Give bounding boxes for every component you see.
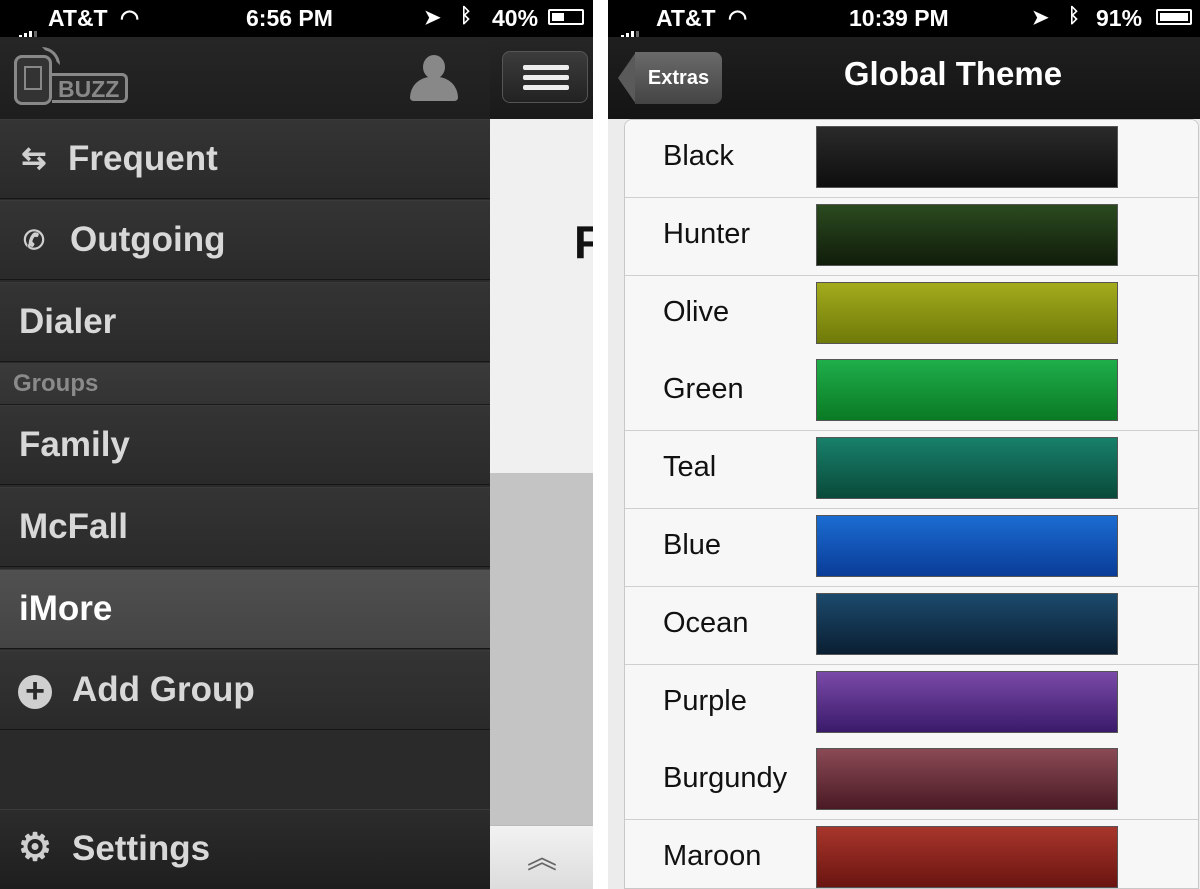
- theme-color-swatch: [816, 437, 1118, 500]
- theme-row-maroon[interactable]: Maroon: [625, 820, 1198, 888]
- carrier-label: AT&T: [48, 5, 108, 31]
- location-icon: ➤: [1032, 7, 1049, 29]
- theme-name: Hunter: [663, 217, 751, 250]
- theme-name: Blue: [663, 529, 722, 561]
- theme-name: Teal: [663, 451, 717, 484]
- theme-color-swatch: [816, 126, 1118, 188]
- battery-percent: 91%: [1096, 5, 1143, 31]
- status-bar: AT&T ◠ 10:39 PM ➤ ᛒ 91%: [608, 0, 1200, 41]
- content-bottom-bar: ︽: [490, 825, 593, 889]
- add-group-button[interactable]: + Add Group: [0, 650, 490, 730]
- group-item-family[interactable]: Family: [0, 405, 490, 485]
- theme-name: Maroon: [663, 840, 762, 873]
- theme-row-purple[interactable]: Purple: [625, 664, 1198, 743]
- settings-button[interactable]: ⚙ Settings: [0, 809, 490, 889]
- battery-icon: [548, 9, 584, 25]
- content-title-fragment: F: [574, 216, 593, 268]
- add-group-label: Add Group: [72, 670, 255, 709]
- group-label: Family: [19, 425, 130, 464]
- content-header: [490, 37, 593, 119]
- theme-color-swatch: [816, 748, 1118, 811]
- double-chevron-up-icon[interactable]: ︽: [527, 844, 557, 874]
- theme-color-swatch: [816, 592, 1118, 655]
- menu-item-dialer[interactable]: Dialer: [0, 282, 490, 362]
- content-gray-area: [490, 473, 593, 825]
- theme-list: Black Hunter Olive Green Teal Blue Ocean Purple…: [624, 119, 1199, 889]
- theme-row-black[interactable]: Black: [625, 120, 1198, 198]
- theme-row-hunter[interactable]: Hunter: [625, 197, 1198, 276]
- theme-color-swatch: [816, 826, 1118, 888]
- battery-icon: [1156, 9, 1192, 25]
- theme-name: Black: [663, 140, 734, 172]
- settings-label: Settings: [72, 829, 211, 868]
- theme-color-swatch: [816, 359, 1118, 422]
- navigation-bar: Extras Global Theme: [608, 37, 1200, 119]
- menu-item-label: Dialer: [19, 302, 117, 341]
- theme-row-green[interactable]: Green: [625, 353, 1198, 432]
- theme-color-swatch: [816, 670, 1118, 733]
- logo-text: BUZZ: [52, 73, 129, 103]
- bluetooth-icon: ᛒ: [460, 5, 472, 27]
- phone-outgoing-icon: ✆: [23, 225, 45, 255]
- groups-section-header: Groups: [0, 363, 490, 405]
- profile-icon[interactable]: [410, 55, 458, 101]
- theme-name: Purple: [663, 684, 747, 717]
- page-title: Global Theme: [608, 55, 1200, 93]
- theme-row-olive[interactable]: Olive: [625, 275, 1198, 354]
- theme-name: Ocean: [663, 606, 749, 639]
- theme-color-swatch: [816, 281, 1118, 344]
- gear-icon: ⚙: [18, 827, 53, 869]
- content-panel-peek[interactable]: F ︽: [490, 37, 593, 889]
- menu-toggle-button[interactable]: [502, 51, 588, 103]
- left-phone-screen: AT&T ◠ 6:56 PM ➤ ᛒ 40% BUZZ ⇆ Frequent ✆…: [0, 0, 593, 889]
- group-item-mcfall[interactable]: McFall: [0, 487, 490, 567]
- right-phone-screen: AT&T ◠ 10:39 PM ➤ ᛒ 91% Extras Global Th…: [608, 0, 1200, 889]
- theme-row-ocean[interactable]: Ocean: [625, 586, 1198, 665]
- swap-arrows-icon: ⇆: [21, 142, 47, 175]
- status-time: 10:39 PM: [849, 5, 949, 31]
- group-label: iMore: [19, 589, 113, 628]
- carrier-label: AT&T: [656, 5, 716, 31]
- section-header-label: Groups: [13, 370, 99, 397]
- menu-item-frequent[interactable]: ⇆ Frequent: [0, 119, 490, 199]
- buzz-logo: BUZZ: [14, 47, 129, 107]
- group-label: McFall: [19, 507, 128, 546]
- menu-item-label: Outgoing: [70, 220, 226, 259]
- page-title-text: Global Theme: [843, 55, 1063, 92]
- menu-item-label: Frequent: [68, 139, 218, 178]
- theme-row-burgundy[interactable]: Burgundy: [625, 742, 1198, 821]
- status-bar: AT&T ◠ 6:56 PM ➤ ᛒ 40%: [0, 0, 593, 41]
- menu-header: BUZZ: [0, 37, 490, 120]
- theme-color-swatch: [816, 203, 1118, 266]
- bluetooth-icon: ᛒ: [1068, 5, 1080, 27]
- group-item-imore[interactable]: iMore: [0, 569, 490, 649]
- theme-color-swatch: [816, 515, 1118, 577]
- wifi-icon: ◠: [728, 5, 748, 30]
- plus-circle-icon: +: [18, 674, 52, 709]
- status-time: 6:56 PM: [246, 5, 333, 31]
- theme-name: Burgundy: [663, 762, 788, 795]
- menu-item-outgoing[interactable]: ✆ Outgoing: [0, 200, 490, 280]
- theme-row-teal[interactable]: Teal: [625, 431, 1198, 510]
- wifi-icon: ◠: [120, 5, 140, 30]
- theme-name: Olive: [663, 295, 730, 328]
- location-icon: ➤: [424, 7, 441, 29]
- menu-empty-space: [0, 731, 490, 809]
- battery-percent: 40%: [492, 5, 539, 31]
- theme-name: Green: [663, 373, 744, 406]
- theme-row-blue[interactable]: Blue: [625, 509, 1198, 587]
